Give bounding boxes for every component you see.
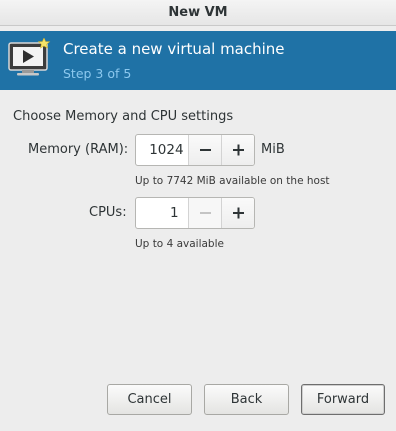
wizard-step-indicator: Step 3 of 5 [63, 66, 132, 81]
forward-button[interactable]: Forward [301, 384, 385, 415]
cancel-button[interactable]: Cancel [107, 384, 192, 415]
plus-icon [233, 207, 245, 219]
cpus-hint: Up to 4 available [135, 238, 224, 250]
window-title: New VM [168, 5, 228, 20]
wizard-title: Create a new virtual machine [63, 40, 285, 58]
memory-spinbutton[interactable]: 1024 [135, 134, 255, 166]
memory-value-field[interactable]: 1024 [136, 135, 189, 165]
memory-unit: MiB [261, 142, 285, 157]
back-button[interactable]: Back [204, 384, 289, 415]
minus-icon [199, 212, 211, 214]
section-title: Choose Memory and CPU settings [13, 109, 234, 124]
memory-label: Memory (RAM): [28, 142, 129, 157]
window-titlebar: New VM [0, 0, 396, 26]
memory-increment-button[interactable] [221, 135, 254, 165]
wizard-banner: Create a new virtual machine Step 3 of 5 [0, 31, 396, 90]
vm-screen-play-icon [8, 38, 51, 76]
cpus-spinbutton[interactable]: 1 [135, 197, 255, 229]
cpus-increment-button[interactable] [221, 198, 254, 228]
cpus-value-field[interactable]: 1 [136, 198, 189, 228]
cpus-decrement-button [188, 198, 222, 228]
memory-hint: Up to 7742 MiB available on the host [135, 175, 330, 187]
plus-icon [233, 144, 245, 156]
minus-icon [199, 149, 211, 151]
cpus-label: CPUs: [89, 205, 127, 220]
new-vm-window: New VM Create a new virtual machine Step… [0, 0, 396, 431]
memory-decrement-button[interactable] [188, 135, 222, 165]
